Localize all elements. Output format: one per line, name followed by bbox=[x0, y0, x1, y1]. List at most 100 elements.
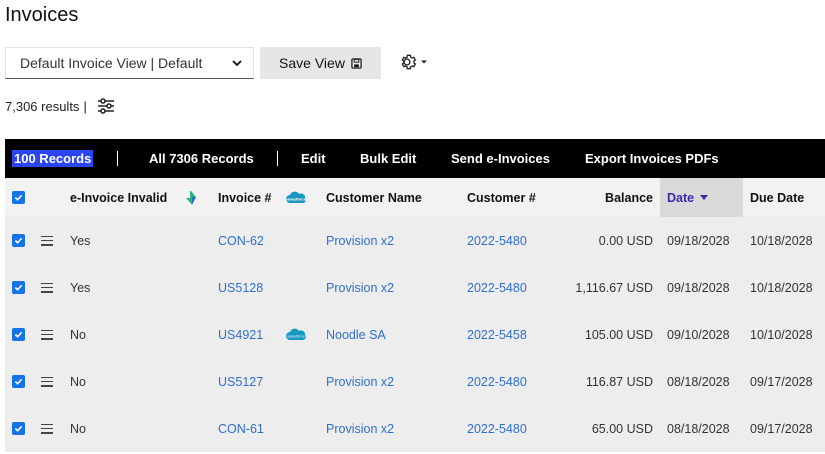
menu-icon bbox=[41, 329, 53, 340]
balance-value: 105.00 USD bbox=[584, 327, 653, 342]
customer-number-link[interactable]: 2022-5480 bbox=[467, 358, 527, 405]
table-row[interactable]: Yes US5128 Provision x2 2022-5480 1,116.67 U… bbox=[5, 264, 825, 311]
checkbox-checked-icon bbox=[12, 328, 25, 341]
menu-icon bbox=[41, 235, 53, 246]
table-header: e-Invoice Invalid Invoice # salesforce C… bbox=[5, 178, 825, 217]
einvoice-status-icon bbox=[186, 178, 196, 217]
invoice-number-link[interactable]: CON-61 bbox=[218, 405, 264, 452]
table-row[interactable]: No US4921 salesforce Noodle SA 2022-5458 105.… bbox=[5, 311, 825, 358]
drag-handle[interactable] bbox=[41, 405, 53, 452]
einvoice-invalid-value: Yes bbox=[70, 280, 91, 295]
row-checkbox[interactable] bbox=[12, 264, 25, 311]
results-count: 7,306 results bbox=[5, 98, 80, 114]
col-customer-name[interactable]: Customer Name bbox=[326, 178, 422, 217]
toolbar-divider bbox=[277, 151, 278, 166]
save-view-label: Save View bbox=[279, 55, 345, 71]
customer-name-link[interactable]: Provision x2 bbox=[326, 264, 394, 311]
customer-name-link[interactable]: Provision x2 bbox=[326, 358, 394, 405]
invoice-number-link[interactable]: CON-62 bbox=[218, 217, 264, 264]
table-row[interactable]: Yes CON-62 Provision x2 2022-5480 0.00 USD 09… bbox=[5, 217, 825, 264]
checkbox-checked-icon bbox=[12, 191, 25, 204]
row-checkbox[interactable] bbox=[12, 217, 25, 264]
toolbar-divider bbox=[117, 151, 118, 166]
customer-name-link[interactable]: Provision x2 bbox=[326, 405, 394, 452]
row-checkbox[interactable] bbox=[12, 311, 25, 358]
due-date-value: 10/18/2028 bbox=[750, 280, 813, 295]
customer-number-link[interactable]: 2022-5480 bbox=[467, 217, 527, 264]
balance-value: 65.00 USD bbox=[591, 421, 653, 436]
customer-name-link[interactable]: Noodle SA bbox=[326, 311, 386, 358]
balance-value: 116.87 USD bbox=[585, 374, 653, 389]
bulk-edit-button[interactable]: Bulk Edit bbox=[360, 139, 416, 178]
due-date-value: 09/17/2028 bbox=[750, 374, 813, 389]
drag-handle[interactable] bbox=[41, 311, 53, 358]
checkbox-checked-icon bbox=[12, 281, 25, 294]
results-separator: | bbox=[83, 98, 87, 114]
invoice-number-link[interactable]: US4921 bbox=[218, 311, 263, 358]
export-pdfs-button[interactable]: Export Invoices PDFs bbox=[585, 139, 719, 178]
checkbox-checked-icon bbox=[12, 422, 25, 435]
row-checkbox[interactable] bbox=[12, 358, 25, 405]
salesforce-cloud-icon: salesforce bbox=[285, 178, 307, 217]
customer-number-link[interactable]: 2022-5480 bbox=[467, 264, 527, 311]
invoice-number-link[interactable]: US5127 bbox=[218, 358, 263, 405]
results-summary: 7,306 results | bbox=[5, 98, 115, 114]
checkbox-checked-icon bbox=[12, 375, 25, 388]
drag-handle[interactable] bbox=[41, 358, 53, 405]
sliders-icon[interactable] bbox=[97, 98, 115, 114]
col-balance[interactable]: Balance bbox=[565, 178, 653, 217]
customer-name-link[interactable]: Provision x2 bbox=[326, 217, 394, 264]
send-einvoices-button[interactable]: Send e-Invoices bbox=[451, 139, 550, 178]
date-value: 09/10/2028 bbox=[667, 327, 730, 342]
svg-text:salesforce: salesforce bbox=[286, 197, 307, 201]
table-row[interactable]: No US5127 Provision x2 2022-5480 116.87 USD 0… bbox=[5, 358, 825, 405]
customer-number-link[interactable]: 2022-5458 bbox=[467, 311, 527, 358]
page-title: Invoices bbox=[5, 4, 79, 26]
chevron-down-icon bbox=[232, 60, 242, 67]
view-select[interactable]: Default Invoice View | Default bbox=[5, 47, 254, 79]
col-einvoice-invalid[interactable]: e-Invoice Invalid bbox=[70, 178, 167, 217]
bulk-action-toolbar: 100 Records All 7306 Records Edit Bulk E… bbox=[5, 139, 825, 178]
col-invoice-number[interactable]: Invoice # bbox=[218, 178, 272, 217]
drag-handle[interactable] bbox=[41, 264, 53, 311]
view-select-value: Default Invoice View | Default bbox=[20, 55, 203, 71]
balance-value: 1,116.67 USD bbox=[575, 280, 653, 295]
menu-icon bbox=[41, 376, 53, 387]
all-records-button[interactable]: All 7306 Records bbox=[149, 139, 254, 178]
date-value: 09/18/2028 bbox=[667, 233, 730, 248]
col-date-label: Date bbox=[667, 190, 695, 205]
settings-dropdown[interactable] bbox=[397, 52, 428, 72]
menu-icon bbox=[41, 282, 53, 293]
select-all-checkbox[interactable] bbox=[12, 178, 25, 217]
due-date-value: 10/10/2028 bbox=[750, 327, 813, 342]
due-date-value: 09/17/2028 bbox=[750, 421, 813, 436]
col-due-date[interactable]: Due Date bbox=[750, 178, 804, 217]
salesforce-cloud-icon: salesforce bbox=[285, 311, 307, 358]
col-date-sorted[interactable]: Date bbox=[667, 178, 709, 217]
sort-desc-icon bbox=[700, 194, 709, 200]
einvoice-invalid-value: No bbox=[70, 374, 86, 389]
gear-icon bbox=[401, 54, 417, 70]
customer-number-link[interactable]: 2022-5480 bbox=[467, 405, 527, 452]
table-row[interactable]: No CON-61 Provision x2 2022-5480 65.00 USD 08… bbox=[5, 405, 825, 452]
drag-handle[interactable] bbox=[41, 217, 53, 264]
edit-button[interactable]: Edit bbox=[301, 139, 326, 178]
svg-text:salesforce: salesforce bbox=[287, 334, 305, 338]
row-checkbox[interactable] bbox=[12, 405, 25, 452]
due-date-value: 10/18/2028 bbox=[750, 233, 813, 248]
save-view-button[interactable]: Save View bbox=[260, 47, 381, 79]
einvoice-invalid-value: No bbox=[70, 327, 86, 342]
caret-down-icon bbox=[421, 60, 427, 64]
menu-icon bbox=[41, 423, 53, 434]
invoices-table: e-Invoice Invalid Invoice # salesforce C… bbox=[5, 178, 825, 452]
invoice-number-link[interactable]: US5128 bbox=[218, 264, 263, 311]
selected-records-label: 100 Records bbox=[12, 150, 94, 167]
floppy-disk-icon bbox=[351, 57, 362, 69]
date-value: 08/18/2028 bbox=[667, 374, 730, 389]
selected-records-badge[interactable]: 100 Records bbox=[12, 139, 94, 178]
einvoice-invalid-value: No bbox=[70, 421, 86, 436]
date-value: 09/18/2028 bbox=[667, 280, 730, 295]
col-customer-number[interactable]: Customer # bbox=[467, 178, 536, 217]
einvoice-invalid-value: Yes bbox=[70, 233, 91, 248]
date-value: 08/18/2028 bbox=[667, 421, 730, 436]
